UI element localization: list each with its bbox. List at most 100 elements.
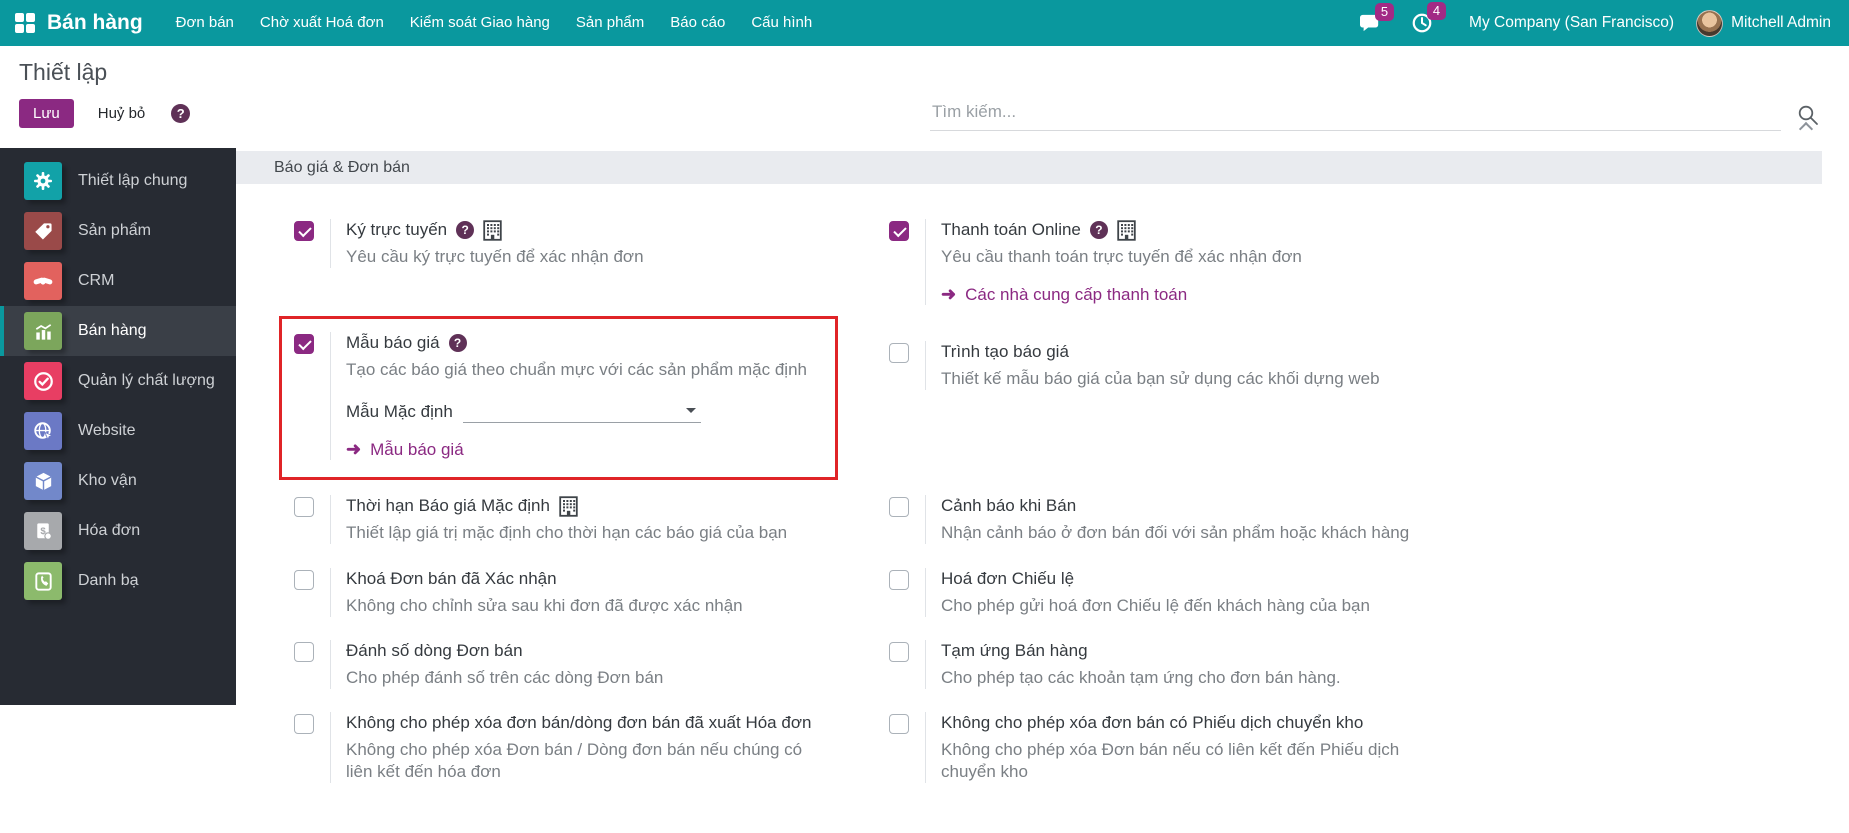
- help-icon[interactable]: ?: [1089, 221, 1108, 239]
- handshake-icon: [24, 262, 62, 300]
- setting-label: Mẫu báo giá: [346, 333, 440, 352]
- setting-khong-xoa-don-ban-hoa-don: Không cho phép xóa đơn bán/dòng đơn bán …: [291, 712, 886, 783]
- setting-mau-bao-gia-cell: Mẫu báo giá ? Tạo các báo giá theo chuẩn…: [279, 316, 886, 495]
- setting-desc: Không cho phép xóa Đơn bán nếu có liên k…: [941, 740, 1400, 781]
- checkbox-mau-bao-gia[interactable]: [294, 334, 314, 354]
- checkbox-trinh-tao-bao-gia[interactable]: [889, 343, 909, 363]
- setting-label: Khoá Đơn bán đã Xác nhận: [346, 569, 557, 588]
- sidebar-item-label: Kho vận: [78, 472, 137, 489]
- checkbox-khong-xoa-don-ban-hoa-don[interactable]: [294, 714, 314, 734]
- company-icon: [1117, 220, 1136, 241]
- sidebar-item-label: Website: [78, 422, 136, 439]
- search-icon[interactable]: [1797, 104, 1819, 126]
- sidebar-item-kho-van[interactable]: Kho vận: [0, 456, 236, 506]
- apps-menu-icon[interactable]: [15, 13, 35, 33]
- sidebar-item-label: CRM: [78, 272, 115, 289]
- user-menu[interactable]: Mitchell Admin: [1731, 14, 1831, 32]
- sidebar-item-quan-ly-chat-luong[interactable]: Quản lý chất lượng: [0, 356, 236, 406]
- setting-trinh-tao-bao-gia: Trình tạo báo giá Thiết kế mẫu báo giá c…: [886, 316, 1481, 495]
- setting-thoi-han-bao-gia: Thời hạn Báo giá Mặc định Thiết lập giá …: [291, 495, 886, 568]
- app-name[interactable]: Bán hàng: [47, 11, 143, 35]
- invoice-icon: $: [24, 512, 62, 550]
- activities-badge: 4: [1426, 2, 1447, 20]
- setting-desc: Không cho chỉnh sửa sau khi đơn đã được …: [346, 596, 743, 615]
- nav-item-bao-cao[interactable]: Báo cáo: [657, 0, 738, 46]
- setting-desc: Không cho phép xóa Đơn bán / Dòng đơn bá…: [346, 740, 803, 781]
- search-input[interactable]: [930, 98, 1781, 131]
- setting-desc: Yêu cầu thanh toán trực tuyến để xác nhậ…: [941, 247, 1302, 266]
- globe-icon: [24, 412, 62, 450]
- section-header: Báo giá & Đơn bán: [236, 151, 1822, 184]
- setting-khoa-don-ban: Khoá Đơn bán đã Xác nhận Không cho chỉnh…: [291, 568, 886, 640]
- search-bar: [930, 98, 1819, 131]
- box-icon: [24, 462, 62, 500]
- settings-content: Báo giá & Đơn bán Ký trực tuyến ? Yêu cầ…: [236, 148, 1849, 833]
- setting-label: Thời hạn Báo giá Mặc định: [346, 496, 550, 515]
- nav-item-cau-hinh[interactable]: Cấu hình: [738, 0, 825, 46]
- setting-label: Không cho phép xóa đơn bán có Phiếu dịch…: [941, 713, 1364, 732]
- setting-desc: Cho phép gửi hoá đơn Chiếu lệ đến khách …: [941, 596, 1370, 615]
- setting-label: Ký trực tuyến: [346, 220, 448, 239]
- setting-tam-ung-ban-hang: Tạm ứng Bán hàng Cho phép tạo các khoản …: [886, 640, 1481, 712]
- sidebar-item-crm[interactable]: CRM: [0, 256, 236, 306]
- highlight-annotation-box: Mẫu báo giá ? Tạo các báo giá theo chuẩn…: [279, 316, 838, 480]
- default-template-label: Mẫu Mặc định: [346, 402, 453, 421]
- checkbox-tam-ung-ban-hang[interactable]: [889, 642, 909, 662]
- setting-desc: Yêu cầu ký trực tuyến để xác nhận đơn: [346, 247, 644, 266]
- sidebar-item-label: Danh bạ: [78, 572, 139, 589]
- checkbox-thanh-toan-online[interactable]: [889, 221, 909, 241]
- setting-khong-xoa-don-ban-phieu-kho: Không cho phép xóa đơn bán có Phiếu dịch…: [886, 712, 1481, 783]
- gear-icon: [24, 162, 62, 200]
- setting-hoa-don-chieu-le: Hoá đơn Chiếu lệ Cho phép gửi hoá đơn Ch…: [886, 568, 1481, 640]
- sidebar-item-danh-ba[interactable]: Danh bạ: [0, 556, 236, 606]
- nav-item-don-ban[interactable]: Đơn bán: [163, 0, 247, 46]
- checkbox-thoi-han-bao-gia[interactable]: [294, 497, 314, 517]
- checkbox-hoa-don-chieu-le[interactable]: [889, 570, 909, 590]
- setting-label: Đánh số dòng Đơn bán: [346, 641, 523, 660]
- bar-chart-icon: [24, 312, 62, 350]
- save-button[interactable]: Lưu: [19, 99, 74, 128]
- messages-icon[interactable]: 5: [1359, 3, 1395, 33]
- nav-item-kiem-soat-giao-hang[interactable]: Kiểm soát Giao hàng: [397, 0, 563, 46]
- setting-label: Tạm ứng Bán hàng: [941, 641, 1088, 660]
- checkbox-ky-truc-tuyen[interactable]: [294, 221, 314, 241]
- checkbox-khong-xoa-don-ban-phieu-kho[interactable]: [889, 714, 909, 734]
- sidebar-item-ban-hang[interactable]: Bán hàng: [0, 306, 236, 356]
- sidebar-item-hoa-don[interactable]: $ Hóa đơn: [0, 506, 236, 556]
- setting-desc: Thiết lập giá trị mặc định cho thời hạn …: [346, 523, 788, 542]
- settings-sidebar: Thiết lập chung Sản phẩm CRM Bán hàng Qu…: [0, 148, 236, 705]
- top-navbar: Bán hàng Đơn bán Chờ xuất Hoá đơn Kiểm s…: [0, 0, 1849, 46]
- sidebar-item-san-pham[interactable]: Sản phẩm: [0, 206, 236, 256]
- sidebar-item-label: Quản lý chất lượng: [78, 372, 215, 389]
- company-icon: [483, 220, 502, 241]
- company-switcher[interactable]: My Company (San Francisco): [1469, 14, 1674, 32]
- setting-desc: Cho phép đánh số trên các dòng Đơn bán: [346, 668, 664, 687]
- page-title: Thiết lập: [19, 59, 108, 85]
- sidebar-item-label: Thiết lập chung: [78, 172, 188, 189]
- help-icon[interactable]: ?: [456, 221, 475, 239]
- checkbox-khoa-don-ban[interactable]: [294, 570, 314, 590]
- sidebar-item-thiet-lap-chung[interactable]: Thiết lập chung: [0, 156, 236, 206]
- control-panel: Thiết lập Lưu Huỷ bỏ ?: [0, 46, 1849, 148]
- nav-item-san-pham[interactable]: Sản phẩm: [563, 0, 657, 46]
- setting-desc: Thiết kế mẫu báo giá của bạn sử dụng các…: [941, 369, 1380, 388]
- sidebar-item-label: Sản phẩm: [78, 222, 151, 239]
- nav-item-cho-xuat-hoa-don[interactable]: Chờ xuất Hoá đơn: [247, 0, 397, 46]
- link-payment-providers[interactable]: ➜ Các nhà cung cấp thanh toán: [941, 284, 1187, 305]
- default-template-select[interactable]: [462, 399, 701, 423]
- sidebar-item-website[interactable]: Website: [0, 406, 236, 456]
- setting-label: Cảnh báo khi Bán: [941, 496, 1077, 515]
- link-quotation-templates[interactable]: ➜ Mẫu báo giá: [346, 439, 464, 460]
- contact-icon: [24, 562, 62, 600]
- discard-button[interactable]: Huỷ bỏ: [88, 99, 156, 128]
- setting-ky-truc-tuyen: Ký trực tuyến ? Yêu cầu ký trực tuyến để…: [291, 184, 886, 316]
- help-icon[interactable]: ?: [171, 104, 191, 123]
- activities-icon[interactable]: 4: [1411, 2, 1447, 34]
- setting-desc: Tạo các báo giá theo chuẩn mực với các s…: [346, 360, 807, 379]
- checkbox-canh-bao-khi-ban[interactable]: [889, 497, 909, 517]
- checkbox-danh-so-dong[interactable]: [294, 642, 314, 662]
- help-icon[interactable]: ?: [448, 334, 467, 352]
- setting-label: Hoá đơn Chiếu lệ: [941, 569, 1075, 588]
- avatar[interactable]: [1696, 9, 1724, 37]
- sidebar-item-label: Hóa đơn: [78, 522, 141, 539]
